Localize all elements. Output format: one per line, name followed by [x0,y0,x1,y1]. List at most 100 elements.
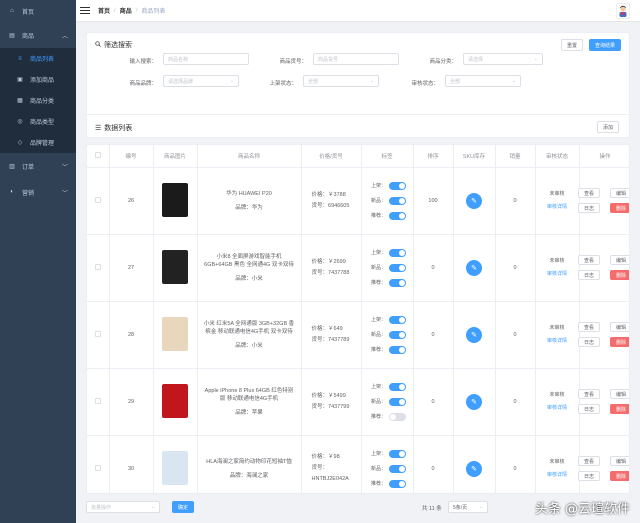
hamburger-icon[interactable] [80,6,90,15]
tag-switch[interactable] [389,479,406,488]
view-button[interactable]: 查看 [578,188,600,198]
sort-cell: 0 [413,435,454,493]
audit-detail-link[interactable]: 审核详情 [536,335,579,348]
category-select[interactable]: 请选择 ⌄ [463,53,543,65]
view-button[interactable]: 查看 [578,322,600,332]
edit-sku-button[interactable]: ✎ [466,326,482,343]
breadcrumb-home[interactable]: 首页 [98,6,110,15]
list-icon: ≡ [18,55,22,62]
sidebar-item-goods-category[interactable]: ▦ 商品分类 [0,90,76,111]
tags-cell: 上架： 新品： 推荐： [361,435,414,493]
sidebar-item-marketing[interactable]: ◐ 营销 ﹀ [0,179,76,205]
tag-switch[interactable] [389,248,406,257]
product-name: 小米8 全面屏游戏智能手机 6GB+64GB 黑色 全网通4G 双卡双待 [204,253,294,268]
sn-input[interactable]: 商品货号 [313,53,399,65]
tag-switch[interactable] [389,382,406,391]
tag-switch[interactable] [389,181,406,190]
sidebar-item-add-goods[interactable]: ▣ 添加商品 [0,69,76,90]
edit-sku-button[interactable]: ✎ [466,460,482,477]
row-checkbox[interactable] [94,464,101,471]
audit-detail-link[interactable]: 审核详情 [536,268,579,281]
delete-button[interactable]: 删除 [610,203,629,213]
sidebar-item-home[interactable]: ⌂ 首页 [0,0,76,22]
edit-icon: ✎ [471,331,477,339]
price-cell: 价格：￥98 货号：HNTBJ2E042A [301,435,362,493]
chevron-down-icon: ⌄ [150,504,155,510]
col-header: 商品名称 [197,145,302,168]
edit-sku-button[interactable]: ✎ [466,259,482,276]
sidebar-item-brand[interactable]: ◇ 品牌管理 [0,132,76,153]
audit-detail-link[interactable]: 审核详情 [536,201,579,214]
product-brand: 品牌：海澜之家 [229,472,269,479]
brand-select[interactable]: 请选择品牌 ⌄ [163,75,239,87]
edit-sku-button[interactable]: ✎ [466,192,482,209]
delete-button[interactable]: 删除 [610,337,629,347]
audit-detail-link[interactable]: 审核详情 [536,469,579,482]
tag-switch[interactable] [389,464,406,473]
search-button[interactable]: 查询结果 [589,39,621,51]
marketing-icon: ◐ [10,189,14,195]
sidebar-item-order[interactable]: ▥ 订单 ﹀ [0,153,76,179]
filter-title: 筛选搜索 [95,40,132,50]
tag-switch[interactable] [389,263,406,272]
view-button[interactable]: 查看 [578,255,600,265]
row-checkbox[interactable] [94,330,101,337]
edit-button[interactable]: 编辑 [610,456,629,466]
tag-switch[interactable] [389,278,406,287]
sidebar-item-goods-type[interactable]: ◎ 商品类型 [0,111,76,132]
order-icon: ▥ [9,163,15,170]
log-button[interactable]: 日志 [578,270,600,280]
tag-switch[interactable] [389,345,406,354]
tag-switch[interactable] [389,397,406,406]
tag-switch[interactable] [389,449,406,458]
confirm-button[interactable]: 确定 [172,501,194,513]
view-button[interactable]: 查看 [578,389,600,399]
tag-switch[interactable] [389,315,406,324]
edit-icon: ✎ [471,398,477,406]
col-header: SKU库存 [453,145,496,168]
log-button[interactable]: 日志 [578,337,600,347]
sidebar-item-goods-list[interactable]: ≡ 商品列表 [0,48,76,69]
tag-switch[interactable] [389,196,406,205]
avatar[interactable] [616,3,630,19]
list-header: ☰ 数据列表 添加 [86,114,630,138]
delete-button[interactable]: 删除 [610,471,629,481]
tags-cell: 上架： 新品： 推荐： [361,368,414,436]
sidebar-item-goods[interactable]: ▤ 商品 ︿ [0,22,76,48]
row-checkbox[interactable] [94,196,101,203]
row-checkbox[interactable] [94,263,101,270]
row-checkbox[interactable] [94,397,101,404]
add-icon: ▣ [17,77,23,83]
reset-button[interactable]: 重置 [561,39,583,51]
product-image [162,182,188,217]
audit-cell: 未审核 审核详情 [535,435,580,493]
sidebar-item-label: 品牌管理 [30,141,55,147]
log-button[interactable]: 日志 [578,471,600,481]
breadcrumb-goods[interactable]: 商品 [120,6,132,15]
view-button[interactable]: 查看 [578,456,600,466]
edit-button[interactable]: 编辑 [610,389,629,399]
edit-button[interactable]: 编辑 [610,322,629,332]
edit-button[interactable]: 编辑 [610,255,629,265]
edit-button[interactable]: 编辑 [610,188,629,198]
tag-switch[interactable] [389,211,406,220]
product-sn: 货号：7437789 [311,336,350,343]
keyword-input[interactable]: 商品名称 [163,53,249,65]
select-all-checkbox[interactable] [94,151,101,158]
col-header: 编号 [109,145,154,168]
sku-cell: ✎ [453,301,496,369]
batch-operation-select[interactable]: 批量操作 ⌄ [86,501,160,513]
publish-status-select[interactable]: 全部 ⌄ [303,75,379,87]
page-size-select[interactable]: 5条/页 ⌄ [448,501,488,513]
edit-sku-button[interactable]: ✎ [466,393,482,410]
tag-switch[interactable] [389,412,406,421]
log-button[interactable]: 日志 [578,203,600,213]
tag-row: 推荐： [362,208,413,223]
verify-status-select[interactable]: 全部 ⌄ [445,75,521,87]
audit-detail-link[interactable]: 审核详情 [536,402,579,415]
delete-button[interactable]: 删除 [610,270,629,280]
log-button[interactable]: 日志 [578,404,600,414]
tag-switch[interactable] [389,330,406,339]
delete-button[interactable]: 删除 [610,404,629,414]
add-button[interactable]: 添加 [597,121,619,133]
